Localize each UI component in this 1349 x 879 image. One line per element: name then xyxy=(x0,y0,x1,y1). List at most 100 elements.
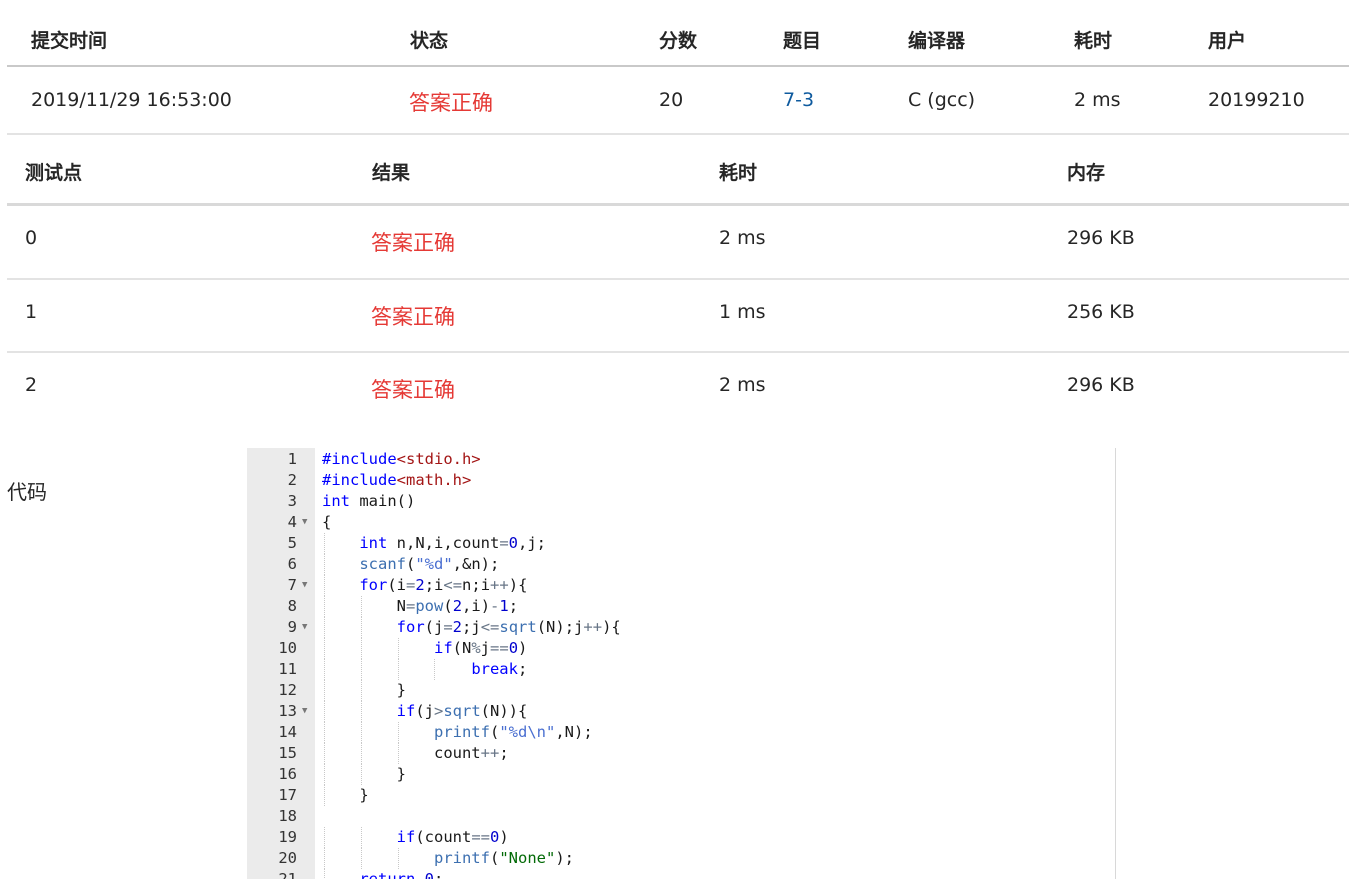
code-line: 7 ▼ for(i=2;i<=n;i++){ xyxy=(247,575,1115,596)
code-text: } xyxy=(322,681,406,699)
code-line: 11 break; xyxy=(247,659,1115,680)
code-label: 代码 xyxy=(7,480,47,504)
code-text: #include<stdio.h> xyxy=(322,450,481,468)
header-memory: 内存 xyxy=(1067,162,1106,184)
code-text: #include<math.h> xyxy=(322,471,472,489)
testcase-row: 2 答案正确 2 ms 296 KB xyxy=(7,353,1349,425)
testcase-memory: 296 KB xyxy=(1067,374,1135,396)
testcase-header-row: 测试点 结果 耗时 内存 xyxy=(7,135,1349,203)
line-number: 13 xyxy=(278,702,297,720)
code-line: 8 N=pow(2,i)-1; xyxy=(247,596,1115,617)
code-line: 5 int n,N,i,count=0,j; xyxy=(247,533,1115,554)
code-text: int n,N,i,count=0,j; xyxy=(359,534,546,552)
submission-header-row: 提交时间 状态 分数 题目 编译器 耗时 用户 xyxy=(7,0,1349,66)
line-number: 20 xyxy=(278,849,297,867)
code-text: { xyxy=(322,513,332,531)
line-number: 10 xyxy=(278,639,297,657)
line-number: 15 xyxy=(278,744,297,762)
code-text: } xyxy=(322,786,369,804)
testcase-id: 0 xyxy=(25,227,38,249)
elapsed-time: 2 ms xyxy=(1074,89,1121,111)
line-number: 19 xyxy=(278,828,297,846)
fold-arrow-icon[interactable]: ▼ xyxy=(302,617,307,638)
line-number: 21 xyxy=(278,870,297,879)
problem-link[interactable]: 7-3 xyxy=(783,89,814,111)
code-line: 15 count++; xyxy=(247,743,1115,764)
code-line: 9 ▼ for(j=2;j<=sqrt(N);j++){ xyxy=(247,617,1115,638)
line-number: 5 xyxy=(287,534,297,552)
line-number: 8 xyxy=(287,597,297,615)
header-elapsed: 耗时 xyxy=(1074,30,1113,52)
header-score: 分数 xyxy=(659,30,698,52)
line-number: 16 xyxy=(278,765,297,783)
line-number: 9 xyxy=(287,618,297,636)
code-text: for(i=2;i<=n;i++){ xyxy=(359,576,528,594)
score: 20 xyxy=(659,89,684,111)
code-text: } xyxy=(322,765,406,783)
code-text: return 0; xyxy=(359,870,444,879)
code-line: 6 scanf("%d",&n); xyxy=(247,554,1115,575)
testcase-time: 2 ms xyxy=(719,227,766,249)
testcase-memory: 296 KB xyxy=(1067,227,1135,249)
testcase-id: 2 xyxy=(25,374,38,396)
testcase-id: 1 xyxy=(25,301,38,323)
line-number: 1 xyxy=(287,450,297,468)
line-number: 3 xyxy=(287,492,297,510)
submission-row: 2019/11/29 16:53:00 答案正确 20 7-3 C (gcc) … xyxy=(7,67,1349,133)
testcase-time: 1 ms xyxy=(719,301,766,323)
line-number: 4 xyxy=(287,513,297,531)
submission-table: 提交时间 状态 分数 题目 编译器 耗时 用户 2019/11/29 16:53… xyxy=(7,0,1349,135)
header-problem: 题目 xyxy=(783,30,822,52)
code-text: scanf("%d",&n); xyxy=(359,555,500,573)
code-line: 4 ▼ { xyxy=(247,512,1115,533)
header-status: 状态 xyxy=(410,30,449,52)
code-line: 12 } xyxy=(247,680,1115,701)
testcase-time: 2 ms xyxy=(719,374,766,396)
line-number: 2 xyxy=(287,471,297,489)
code-viewer[interactable]: 1 #include<stdio.h> 2 #include<math.h> 3 int … xyxy=(247,448,1116,879)
code-line: 16 } xyxy=(247,764,1115,785)
header-time: 耗时 xyxy=(719,162,758,184)
header-user: 用户 xyxy=(1208,30,1247,52)
testcase-result: 答案正确 xyxy=(371,305,455,329)
line-number: 14 xyxy=(278,723,297,741)
line-number: 7 xyxy=(287,576,297,594)
code-text: printf("None"); xyxy=(433,849,574,867)
code-text: if(j>sqrt(N)){ xyxy=(396,702,528,720)
code-line: 3 int main() xyxy=(247,491,1115,512)
code-text: printf("%d\n",N); xyxy=(433,723,593,741)
testcase-table: 测试点 结果 耗时 内存 0 答案正确 2 ms 296 KB 1 答案正确 1… xyxy=(7,135,1349,425)
code-line: 10 if(N%j==0) xyxy=(247,638,1115,659)
code-line: 2 #include<math.h> xyxy=(247,470,1115,491)
code-text: if(N%j==0) xyxy=(433,639,528,657)
code-line: 17 } xyxy=(247,785,1115,806)
fold-arrow-icon[interactable]: ▼ xyxy=(302,512,307,533)
code-text: if(count==0) xyxy=(396,828,509,846)
code-text: for(j=2;j<=sqrt(N);j++){ xyxy=(396,618,621,636)
code-line: 19 if(count==0) xyxy=(247,827,1115,848)
line-number: 11 xyxy=(278,660,297,678)
code-line: 21 return 0; xyxy=(247,869,1115,879)
code-line: 14 printf("%d\n",N); xyxy=(247,722,1115,743)
testcase-result: 答案正确 xyxy=(371,378,455,402)
line-number: 12 xyxy=(278,681,297,699)
header-submit-time: 提交时间 xyxy=(31,30,108,52)
header-compiler: 编译器 xyxy=(908,30,966,52)
fold-arrow-icon[interactable]: ▼ xyxy=(302,575,307,596)
code-line: 20 printf("None"); xyxy=(247,848,1115,869)
code-text: N=pow(2,i)-1; xyxy=(322,597,519,615)
user-id: 20199210 xyxy=(1208,89,1305,111)
line-number: 17 xyxy=(278,786,297,804)
status-badge: 答案正确 xyxy=(409,91,493,115)
line-number: 18 xyxy=(278,807,297,825)
testcase-row: 1 答案正确 1 ms 256 KB xyxy=(7,280,1349,352)
code-line: 1 #include<stdio.h> xyxy=(247,449,1115,470)
code-text: count++; xyxy=(322,744,509,762)
code-line: 18 xyxy=(247,806,1115,827)
submit-time: 2019/11/29 16:53:00 xyxy=(31,89,232,111)
fold-arrow-icon[interactable]: ▼ xyxy=(302,701,307,722)
code-text: break; xyxy=(471,660,528,678)
line-number: 6 xyxy=(287,555,297,573)
header-testcase: 测试点 xyxy=(25,162,83,184)
testcase-memory: 256 KB xyxy=(1067,301,1135,323)
